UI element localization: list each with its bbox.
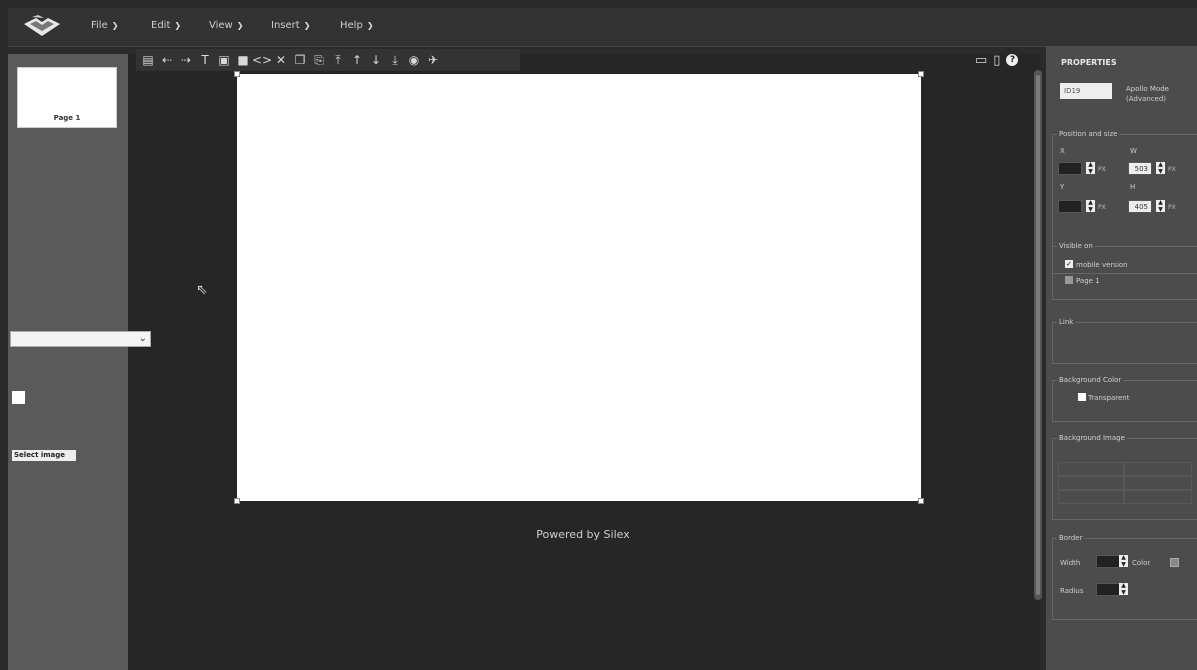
chevron-down-icon: ⌄	[138, 333, 147, 344]
mobile-version-checkbox[interactable]: ✓	[1065, 260, 1073, 268]
background-image-legend: Background Image	[1059, 434, 1125, 442]
page-thumbnail[interactable]: Page 1	[17, 67, 117, 128]
transparent-label: Transparent	[1088, 394, 1130, 402]
page-visibility-checkbox[interactable]	[1065, 276, 1073, 284]
border-radius-stepper[interactable]: ▲ ▼	[1119, 583, 1128, 596]
border-radius-input[interactable]	[1096, 583, 1120, 596]
menu-edit-label: Edit	[151, 20, 171, 31]
y-stepper[interactable]: ▲ ▼	[1086, 200, 1095, 213]
copy-icon[interactable]: ❐	[292, 52, 308, 68]
x-stepper[interactable]: ▲ ▼	[1086, 162, 1095, 175]
visible-on-group: Visible on	[1052, 242, 1197, 300]
menu-file[interactable]: File ❯	[91, 20, 118, 31]
view-switcher: ▭ ▯ ?	[975, 49, 1019, 71]
transparent-checkbox[interactable]	[1078, 393, 1086, 401]
save-icon[interactable]: ▤	[140, 52, 156, 68]
menu-edit[interactable]: Edit ❯	[151, 20, 181, 31]
desktop-view-icon[interactable]: ▭	[975, 53, 987, 68]
border-group: Border	[1052, 534, 1197, 620]
element-id-field[interactable]: ID19	[1060, 83, 1112, 99]
mouse-cursor-icon: ⇖	[196, 282, 208, 298]
position-size-legend: Position and size	[1059, 130, 1118, 138]
resize-handle[interactable]	[234, 71, 240, 77]
properties-panel: PROPERTIES ID19 Apollo Mode (Advanced) P…	[1046, 46, 1197, 670]
background-color-swatch[interactable]	[12, 391, 25, 404]
resize-handle[interactable]	[918, 71, 924, 77]
menu-view-label: View	[209, 20, 233, 31]
chevron-down-icon: ❯	[366, 21, 374, 30]
background-color-legend: Background Color	[1059, 376, 1122, 384]
chevron-down-icon: ❯	[111, 21, 119, 30]
y-unit: PX	[1098, 204, 1106, 211]
link-group: Link	[1052, 318, 1197, 364]
pages-panel: Page 1	[8, 54, 128, 670]
chevron-down-icon: ❯	[236, 21, 244, 30]
undo-icon[interactable]: ⇠	[159, 52, 175, 68]
link-legend: Link	[1059, 318, 1074, 326]
scrollbar-thumb[interactable]	[1036, 75, 1040, 595]
y-label: Y	[1060, 183, 1065, 191]
select-image-button[interactable]: Select image	[12, 450, 76, 461]
border-width-input[interactable]	[1096, 555, 1120, 568]
mobile-view-icon[interactable]: ▯	[993, 53, 1000, 68]
properties-title: PROPERTIES	[1061, 58, 1117, 67]
border-width-stepper[interactable]: ▲ ▼	[1119, 555, 1128, 568]
paste-icon[interactable]: ⎘	[311, 52, 327, 68]
move-down-icon[interactable]: ↓	[368, 52, 384, 68]
menu-view[interactable]: View ❯	[209, 20, 243, 31]
w-stepper[interactable]: ▲ ▼	[1156, 162, 1165, 175]
menu-help-label: Help	[340, 20, 363, 31]
h-label: H	[1130, 183, 1136, 191]
preview-icon[interactable]: ◉	[406, 52, 422, 68]
resize-handle[interactable]	[918, 498, 924, 504]
move-up-icon[interactable]: ↑	[349, 52, 365, 68]
border-width-label: Width	[1060, 559, 1081, 567]
move-top-icon[interactable]: ⤒	[330, 52, 346, 68]
x-input[interactable]	[1058, 162, 1082, 175]
mobile-version-label: mobile version	[1076, 261, 1128, 269]
x-label: X	[1060, 147, 1065, 155]
border-color-swatch[interactable]	[1170, 558, 1179, 567]
visible-on-legend: Visible on	[1059, 242, 1093, 250]
powered-by-text: Powered by Silex	[536, 528, 630, 541]
mode-label: Apollo Mode (Advanced)	[1126, 85, 1169, 103]
x-unit: PX	[1098, 166, 1106, 173]
menu-insert-label: Insert	[271, 20, 300, 31]
text-icon[interactable]: T	[197, 52, 213, 68]
chevron-down-icon: ❯	[303, 21, 311, 30]
w-input[interactable]: 503	[1128, 162, 1152, 175]
menu-bar: File ❯ Edit ❯ View ❯ Insert ❯ Help ❯	[8, 8, 1197, 47]
html-icon[interactable]: <>	[252, 52, 272, 68]
menu-file-label: File	[91, 20, 108, 31]
border-legend: Border	[1059, 534, 1083, 542]
silex-logo	[24, 15, 60, 36]
help-icon[interactable]: ?	[1006, 54, 1019, 66]
stage-canvas[interactable]	[234, 71, 924, 504]
menu-help[interactable]: Help ❯	[340, 20, 374, 31]
chevron-down-icon: ❯	[174, 21, 182, 30]
edit-toolbar: ▤ ⇠ ⇢ T ▣ ■ <> ✕ ❐ ⎘ ⤒ ↑ ↓ ⤓ ◉ ✈	[136, 49, 520, 71]
h-unit: PX	[1168, 204, 1176, 211]
page-thumbnail-label: Page 1	[53, 114, 81, 122]
border-radius-label: Radius	[1060, 587, 1084, 595]
resize-handle[interactable]	[234, 498, 240, 504]
container-icon[interactable]: ■	[235, 52, 251, 68]
redo-icon[interactable]: ⇢	[178, 52, 194, 68]
w-unit: PX	[1168, 166, 1176, 173]
y-input[interactable]	[1058, 200, 1082, 213]
h-input[interactable]: 405	[1128, 200, 1152, 213]
h-stepper[interactable]: ▲ ▼	[1156, 200, 1165, 213]
publish-icon[interactable]: ✈	[425, 52, 441, 68]
page-visibility-label: Page 1	[1076, 277, 1100, 285]
border-color-label: Color	[1132, 559, 1151, 567]
move-bottom-icon[interactable]: ⤓	[387, 52, 403, 68]
w-label: W	[1130, 147, 1137, 155]
delete-icon[interactable]: ✕	[273, 52, 289, 68]
link-select[interactable]: ⌄	[10, 331, 151, 347]
image-icon[interactable]: ▣	[216, 52, 232, 68]
menu-insert[interactable]: Insert ❯	[271, 20, 310, 31]
background-image-options	[1058, 462, 1194, 506]
